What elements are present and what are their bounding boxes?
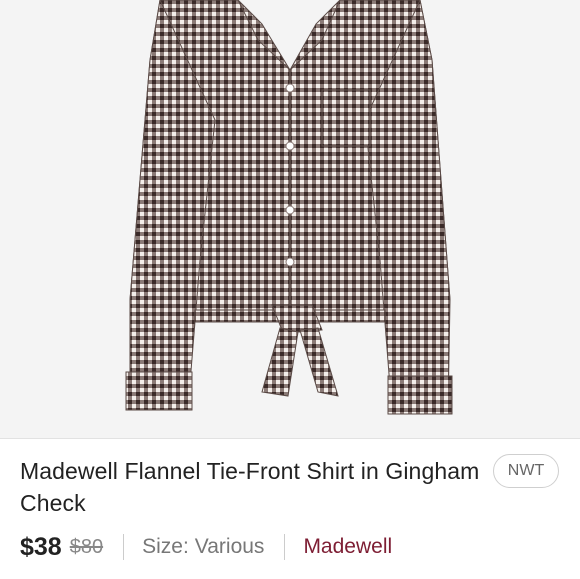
size-label: Size: bbox=[142, 535, 189, 558]
size-value: Various bbox=[194, 535, 265, 558]
brand-link[interactable]: Madewell bbox=[303, 535, 392, 559]
original-price: $80 bbox=[69, 535, 104, 558]
separator bbox=[284, 534, 286, 560]
condition-badge: NWT bbox=[493, 454, 559, 488]
divider bbox=[0, 438, 580, 439]
listing-title[interactable]: Madewell Flannel Tie-Front Shirt in Ging… bbox=[20, 455, 480, 519]
product-image[interactable] bbox=[0, 0, 580, 438]
listing-meta: $38 $80 Size: Various Madewell bbox=[20, 529, 392, 565]
shirt-illustration bbox=[125, 0, 453, 415]
separator bbox=[123, 534, 125, 560]
price: $38 bbox=[20, 532, 62, 561]
